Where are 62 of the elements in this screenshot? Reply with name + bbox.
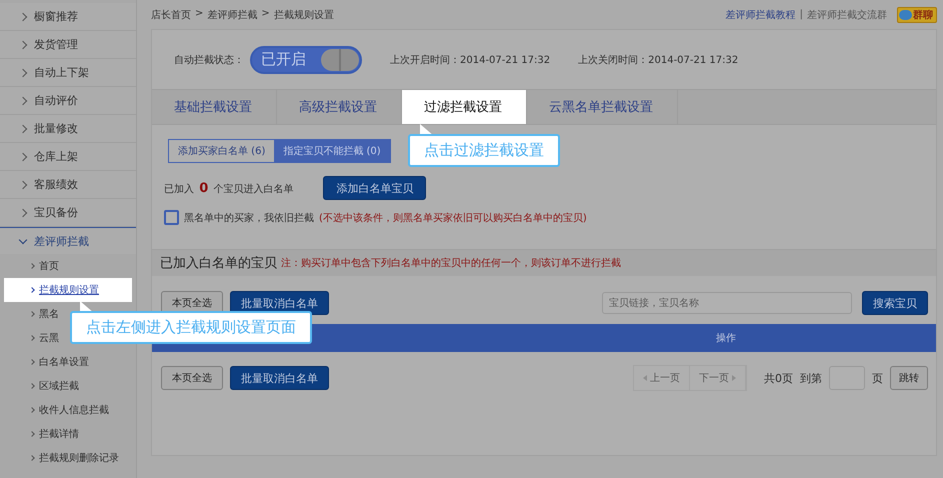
page-total: 共0页: [764, 370, 793, 386]
jump-button[interactable]: 跳转: [890, 366, 928, 390]
link-separator: |: [800, 9, 803, 20]
section-title: 已加入白名单的宝贝: [160, 255, 277, 272]
sidebar-subitem[interactable]: 白名单设置: [0, 350, 91, 374]
tooltip-callout: 点击过滤拦截设置: [408, 134, 560, 167]
sidebar-subitem[interactable]: 拦截详情: [0, 422, 81, 446]
bulk-cancel-button[interactable]: 批量取消白名单: [230, 366, 329, 390]
sub-tab[interactable]: 指定宝贝不能拦截 (0): [274, 140, 390, 162]
chevron-icon: [29, 383, 35, 389]
chevron-icon: [29, 359, 35, 365]
sidebar-item[interactable]: 仓库上架: [0, 143, 136, 171]
breadcrumb-link[interactable]: 店长首页: [151, 8, 191, 22]
tooltip-callout: 点击左侧进入拦截规则设置页面: [70, 311, 312, 344]
chevron-icon: [29, 455, 35, 461]
sidebar-item[interactable]: 发货管理: [0, 31, 136, 59]
sidebar-subitem[interactable]: 首页: [0, 254, 61, 278]
chevron-icon: [29, 311, 35, 317]
breadcrumb-separator: >: [261, 8, 270, 20]
sidebar-subitem[interactable]: 云黑: [0, 326, 61, 350]
column-header: 操作: [715, 332, 737, 345]
chevron-icon: [29, 287, 35, 293]
tab[interactable]: 过滤拦截设置: [402, 90, 527, 124]
page-unit: 页: [872, 370, 883, 386]
last-on-time: 上次开启时间：2014-07-21 17:32: [390, 54, 550, 66]
goto-label: 到第: [800, 370, 822, 386]
chevron-icon: [29, 263, 35, 269]
sidebar-item[interactable]: 自动上下架: [0, 59, 136, 87]
help-link[interactable]: 差评师拦截教程: [726, 8, 796, 22]
breadcrumb-link[interactable]: 拦截规则设置: [274, 8, 334, 22]
checkbox-note: (不选中该条件，则黑名单买家依旧可以购买白名单中的宝贝): [319, 212, 587, 224]
checkbox[interactable]: [164, 210, 179, 225]
sidebar-item[interactable]: 自动评价: [0, 87, 136, 115]
section-note: 注：购买订单中包含下列白名单中的宝贝中的任何一个，则该订单不进行拦截: [281, 256, 621, 270]
chevron-icon: [29, 407, 35, 413]
breadcrumb-separator: >: [195, 8, 204, 20]
group-chat-badge[interactable]: 群聊: [897, 6, 937, 22]
breadcrumb-link[interactable]: 差评师拦截: [207, 8, 258, 22]
tab[interactable]: 基础拦截设置: [152, 90, 277, 124]
chevron-icon: [29, 335, 35, 341]
status-label: 自动拦截状态：: [174, 54, 244, 66]
sidebar-item[interactable]: 客服绩效: [0, 171, 136, 199]
sidebar-subitem[interactable]: 区域拦截: [0, 374, 81, 398]
sidebar-item[interactable]: 批量修改: [0, 115, 136, 143]
whitelist-count-text: 已加入 0 个宝贝进入白名单: [164, 180, 294, 196]
sidebar-subitem[interactable]: 拦截规则设置: [4, 278, 132, 302]
sidebar-item[interactable]: 宝贝备份: [0, 199, 136, 227]
search-button[interactable]: 搜索宝贝: [862, 291, 928, 315]
sidebar-subitem[interactable]: 黑名: [0, 302, 61, 326]
toggle-switch[interactable]: 已开启: [250, 46, 362, 74]
select-all-button[interactable]: 本页全选: [161, 366, 223, 390]
checkbox-label: 黑名单中的买家，我依旧拦截: [184, 212, 314, 224]
last-off-time: 上次关闭时间：2014-07-21 17:32: [578, 54, 738, 66]
help-link[interactable]: 差评师拦截交流群: [807, 8, 887, 22]
sidebar-subitem[interactable]: 拦截规则删除记录: [0, 446, 121, 470]
search-field[interactable]: 宝贝链接，宝贝名称: [602, 292, 852, 314]
sidebar-subitem[interactable]: 收件人信息拦截: [0, 398, 111, 422]
sidebar-item[interactable]: 橱窗推荐: [0, 3, 136, 31]
sidebar-item[interactable]: 差评师拦截: [0, 227, 136, 254]
tab[interactable]: 云黑名单拦截设置: [527, 90, 678, 124]
chevron-icon: [29, 431, 35, 437]
add-whitelist-button[interactable]: 添加白名单宝贝: [323, 176, 426, 200]
